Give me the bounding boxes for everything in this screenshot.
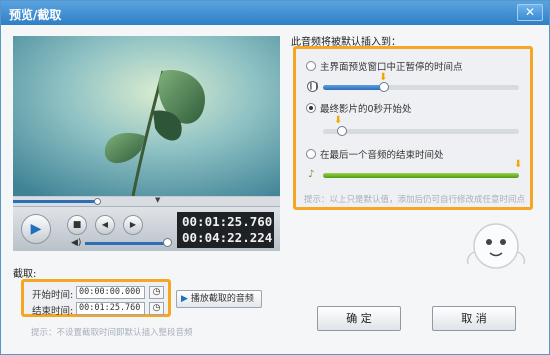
music-note-icon: ♪ xyxy=(308,169,315,180)
paused-point-track xyxy=(323,82,519,92)
set-end-clock-icon[interactable]: ◷ xyxy=(149,302,164,315)
video-progress-bar[interactable]: ▼ xyxy=(13,196,280,206)
start-time-label: 开始时间: xyxy=(32,290,74,301)
radio-last-audio-end[interactable] xyxy=(306,149,316,159)
end-time-input[interactable]: 00:01:25.760 xyxy=(76,302,145,315)
option-film-start[interactable]: 最终影片的0秒开始处 xyxy=(306,101,412,115)
volume-handle[interactable] xyxy=(162,238,172,247)
clip-hint: 提示：不设置截取时间即默认插入整段音频 xyxy=(31,328,193,338)
start-time-input[interactable]: 00:00:00.000 xyxy=(76,286,145,299)
stop-icon: ■ xyxy=(72,220,82,230)
end-time-label: 结束时间: xyxy=(32,306,74,317)
previous-button[interactable]: ◀ xyxy=(95,215,115,235)
paused-point-handle xyxy=(378,82,389,92)
option-paused-point-label: 主界面预览窗口中正暂停的时间点 xyxy=(320,62,463,73)
player-controls: ▶ ■ ◀ ▶ ◀) 00:01:25.760 00:04:22.224 xyxy=(13,206,280,251)
option-last-audio-end[interactable]: 在最后一个音频的结束时间处 xyxy=(306,147,444,161)
film-start-handle xyxy=(337,126,347,136)
volume-icon[interactable]: ◀) xyxy=(71,238,81,248)
stop-button[interactable]: ■ xyxy=(67,215,87,235)
play-icon: ▶ xyxy=(30,221,42,237)
mascot-illustration xyxy=(466,223,526,269)
option-last-audio-end-label: 在最后一个音频的结束时间处 xyxy=(320,150,444,161)
close-button[interactable]: ✕ xyxy=(517,4,543,21)
insert-position-panel: 主界面预览窗口中正暂停的时间点 ⬇ ❙❙ 最终影片的0秒开始处 ⬇ 在最后一个音… xyxy=(293,46,533,210)
option-film-start-label: 最终影片的0秒开始处 xyxy=(320,104,412,115)
last-audio-track xyxy=(323,173,519,178)
insert-hint: 提示：以上只是默认值，添加后仍可自行修改成任意时间点 xyxy=(304,195,526,205)
video-progress-handle[interactable] xyxy=(94,198,102,205)
current-time: 00:01:25.760 xyxy=(182,214,273,229)
title-bar: 预览/截取 ✕ xyxy=(1,1,549,25)
ok-button[interactable]: 确 定 xyxy=(317,306,401,331)
preview-clip-dialog: 预览/截取 ✕ ▼ ▶ ■ ◀ ▶ ◀) 00:01:25.760 00:04:… xyxy=(0,0,550,355)
video-frame-image xyxy=(13,36,280,196)
play-clip-button[interactable]: ▶ 播放截取的音频 xyxy=(176,290,262,308)
next-icon: ▶ xyxy=(129,220,137,229)
option-paused-point[interactable]: 主界面预览窗口中正暂停的时间点 xyxy=(306,59,463,73)
next-button[interactable]: ▶ xyxy=(123,215,143,235)
play-button[interactable]: ▶ xyxy=(21,214,51,244)
marker-arrow-icon: ⬇ xyxy=(514,159,523,170)
clip-time-panel: 开始时间: 00:00:00.000 ◷ 结束时间: 00:01:25.760 … xyxy=(21,279,171,317)
window-title: 预览/截取 xyxy=(9,8,62,22)
play-icon: ▶ xyxy=(181,294,188,304)
total-time: 00:04:22.224 xyxy=(182,230,273,245)
radio-paused-point[interactable] xyxy=(306,61,316,71)
play-clip-label: 播放截取的音频 xyxy=(190,294,254,304)
film-start-track xyxy=(323,126,519,136)
collapse-caret-icon[interactable]: ▼ xyxy=(155,196,160,204)
video-progress-fill xyxy=(13,200,99,203)
pause-icon: ❙❙ xyxy=(307,81,320,92)
prev-icon: ◀ xyxy=(101,220,109,229)
clip-section-label: 截取: xyxy=(13,269,37,280)
time-display: 00:01:25.760 00:04:22.224 xyxy=(177,212,274,248)
set-start-clock-icon[interactable]: ◷ xyxy=(149,286,164,299)
volume-slider[interactable] xyxy=(85,242,169,245)
radio-film-start[interactable] xyxy=(306,103,316,113)
paused-point-fill xyxy=(323,85,384,90)
marker-arrow-icon: ⬇ xyxy=(334,115,343,126)
video-preview xyxy=(13,36,280,196)
cancel-button[interactable]: 取 消 xyxy=(432,306,516,331)
